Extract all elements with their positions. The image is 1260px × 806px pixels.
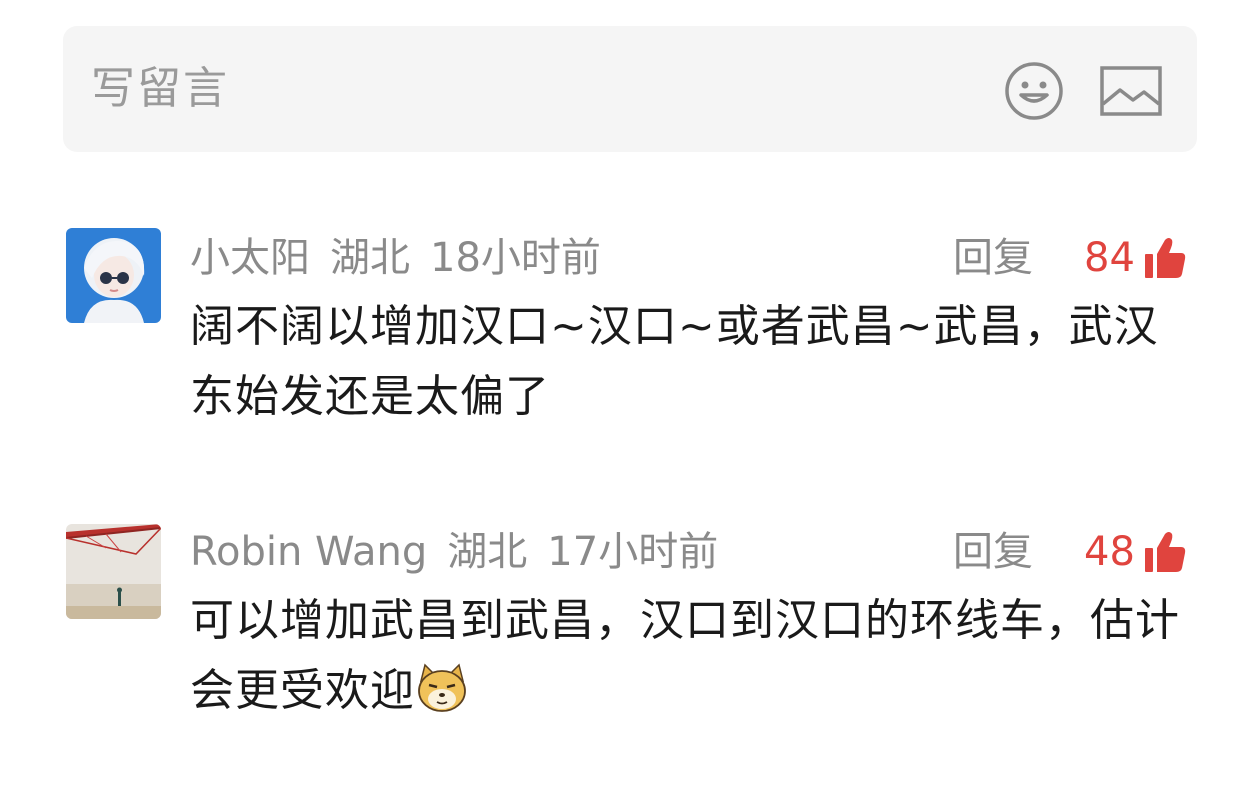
location: 湖北 [447, 529, 528, 575]
avatar-bridge-photo-icon [66, 524, 161, 619]
comment-input-bar[interactable]: 写留言 [63, 26, 1197, 152]
smiley-face-icon[interactable] [1004, 61, 1064, 121]
reply-button[interactable]: 回复 [953, 230, 1033, 286]
avatar-girl-sunglasses-icon [66, 228, 161, 323]
like-count: 84 [1084, 235, 1135, 281]
doge-emoji-icon [415, 663, 469, 713]
username[interactable]: Robin Wang [190, 529, 427, 575]
thumbs-up-icon [1144, 532, 1186, 572]
image-picture-icon[interactable] [1100, 66, 1162, 116]
like-count: 48 [1084, 529, 1135, 575]
comment-text: 阔不阔以增加汉口~汉口~或者武昌~武昌，武汉东始发还是太偏了 [190, 301, 1159, 422]
like-button[interactable]: 84 [1084, 230, 1187, 286]
comments-page: 写留言 小太阳 湖北 18小时前 回复 84 阔不阔以增加汉口~汉口~或者武昌~… [0, 0, 1260, 806]
comment-meta: Robin Wang 湖北 17小时前 [190, 524, 738, 580]
comment-meta: 小太阳 湖北 18小时前 [190, 230, 621, 286]
username[interactable]: 小太阳 [190, 235, 310, 281]
comment-input-placeholder[interactable]: 写留言 [91, 60, 229, 118]
comment-text-body: 可以增加武昌到武昌，汉口到汉口的环线车，估计会更受欢迎 [190, 595, 1180, 716]
like-button[interactable]: 48 [1084, 524, 1187, 580]
comment-text: 可以增加武昌到武昌，汉口到汉口的环线车，估计会更受欢迎 [190, 586, 1190, 726]
avatar[interactable] [66, 524, 161, 619]
reply-button[interactable]: 回复 [953, 524, 1033, 580]
location: 湖北 [330, 235, 410, 281]
avatar[interactable] [66, 228, 161, 323]
timestamp: 18小时前 [430, 235, 601, 281]
timestamp: 17小时前 [547, 529, 719, 575]
thumbs-up-icon [1144, 238, 1186, 278]
